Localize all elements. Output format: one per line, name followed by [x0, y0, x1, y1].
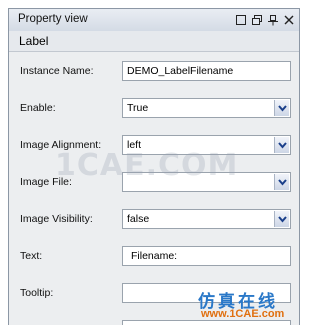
- property-value: Filename:: [131, 250, 178, 262]
- property-value: false: [127, 213, 150, 225]
- property-value: True: [127, 102, 149, 114]
- property-input[interactable]: T: [122, 320, 291, 325]
- property-label: Text:: [20, 250, 43, 262]
- chevron-down-icon[interactable]: [274, 100, 289, 116]
- property-dropdown[interactable]: True: [122, 98, 291, 118]
- minimize-icon[interactable]: [235, 14, 247, 26]
- property-label: Tooltip:: [20, 287, 54, 299]
- panel-title: Property view: [18, 13, 88, 25]
- property-label: Instance Name:: [20, 65, 94, 77]
- site-url: www.1CAE.com: [201, 308, 285, 320]
- property-dropdown[interactable]: false: [122, 209, 291, 229]
- property-label: Enable:: [20, 102, 56, 114]
- property-input[interactable]: Filename:: [122, 246, 291, 266]
- chevron-down-icon[interactable]: [274, 211, 289, 227]
- restore-icon[interactable]: [251, 14, 263, 26]
- chevron-down-icon[interactable]: [274, 137, 289, 153]
- chevron-down-icon[interactable]: [274, 174, 289, 190]
- panel-titlebar: Property view: [9, 9, 299, 32]
- watermark-text: 1CAE.COM: [55, 148, 239, 183]
- property-value: DEMO_LabelFilename: [127, 65, 234, 77]
- property-input[interactable]: DEMO_LabelFilename: [122, 61, 291, 81]
- property-label: Image Visibility:: [20, 213, 93, 225]
- close-icon[interactable]: [283, 14, 295, 26]
- section-title: Label: [19, 34, 49, 48]
- pin-icon[interactable]: [267, 14, 279, 26]
- section-header-label: Label: [9, 31, 299, 52]
